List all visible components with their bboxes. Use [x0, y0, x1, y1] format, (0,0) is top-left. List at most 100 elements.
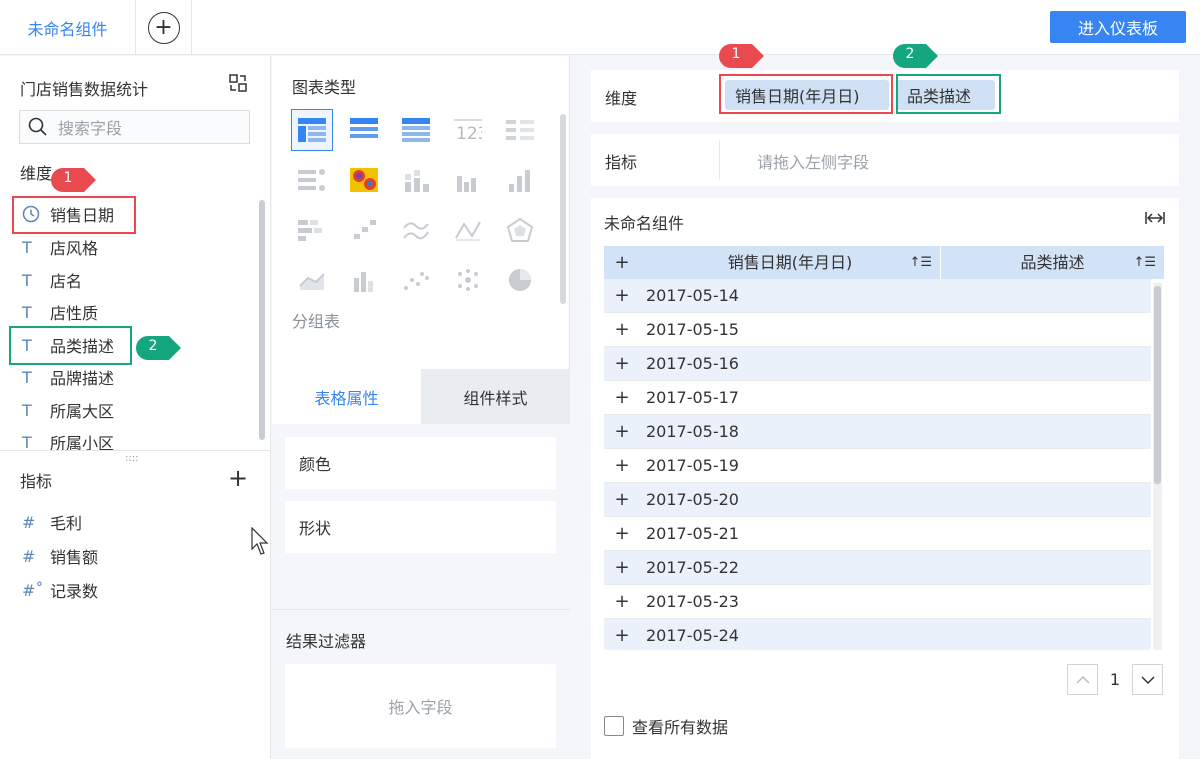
color-property[interactable]: 颜色 — [285, 437, 556, 489]
kpi-number-chart-icon[interactable]: 123 — [447, 109, 489, 151]
widget-title: 未命名组件 — [604, 214, 685, 233]
sort-icon[interactable]: ↑☰ — [1133, 246, 1156, 279]
chevron-up-icon — [1075, 675, 1090, 684]
grouped-column-chart-icon[interactable] — [447, 159, 489, 201]
field-subregion[interactable]: T 所属小区 — [22, 428, 114, 456]
field-sales-amount[interactable]: # 销售额 — [22, 542, 98, 570]
enter-dashboard-button[interactable]: 进入仪表板 — [1050, 11, 1186, 43]
view-all-checkbox[interactable] — [604, 716, 624, 736]
scatter-chart-icon[interactable] — [395, 259, 437, 301]
expand-width-icon[interactable] — [1144, 210, 1166, 230]
add-indicator-button[interactable]: + — [228, 464, 248, 492]
column-chart-icon[interactable] — [499, 159, 541, 201]
cross-table-chart-icon[interactable] — [395, 109, 437, 151]
dimension-drop-row[interactable]: 维度 销售日期(年月日) 品类描述 — [591, 70, 1179, 122]
text-type-icon: T — [22, 432, 32, 452]
detail-table-chart-icon[interactable] — [343, 109, 385, 151]
field-name: 销售额 — [50, 548, 99, 567]
shape-property[interactable]: 形状 — [285, 501, 556, 553]
color-property-label: 颜色 — [299, 455, 332, 474]
badge-number: 1 — [731, 46, 741, 62]
expand-row-icon[interactable]: + — [604, 421, 640, 442]
filter-drop-zone[interactable]: 拖入字段 — [285, 664, 556, 748]
heatmap-chart-icon[interactable] — [343, 159, 385, 201]
view-all-label: 查看所有数据 — [632, 718, 729, 737]
field-list-scrollbar[interactable] — [259, 200, 265, 440]
expand-row-icon[interactable]: + — [604, 455, 640, 476]
field-record-count[interactable]: #˚ 记录数 — [22, 576, 98, 604]
field-store-style[interactable]: T 店风格 — [22, 233, 98, 261]
point-map-chart-icon[interactable] — [447, 259, 489, 301]
group-table-chart-icon[interactable] — [291, 109, 333, 151]
field-name: 店风格 — [50, 239, 99, 258]
search-field[interactable]: 搜索字段 — [19, 110, 250, 144]
range-bar-chart-icon[interactable] — [343, 209, 385, 251]
expand-row-icon[interactable]: + — [604, 489, 640, 510]
expand-row-icon[interactable]: + — [604, 557, 640, 578]
row-date: 2017-05-23 — [646, 592, 739, 611]
expand-all-icon[interactable]: + — [604, 252, 640, 273]
stacked-bar-chart-icon[interactable] — [291, 209, 333, 251]
bubble-list-chart-icon[interactable] — [291, 159, 333, 201]
expand-row-icon[interactable]: + — [604, 387, 640, 408]
switch-dataset-icon[interactable] — [228, 73, 248, 93]
area-chart-icon[interactable] — [291, 259, 333, 301]
previous-page-button[interactable] — [1067, 664, 1098, 695]
multi-kpi-chart-icon[interactable] — [499, 109, 541, 151]
row-date: 2017-05-19 — [646, 456, 739, 475]
line-chart-icon[interactable] — [395, 209, 437, 251]
field-store-name[interactable]: T 店名 — [22, 266, 82, 294]
expand-row-icon[interactable]: + — [604, 353, 640, 374]
combo-chart-icon[interactable] — [343, 259, 385, 301]
table-row: +2017-05-23 — [604, 585, 1151, 619]
sort-icon[interactable]: ↑☰ — [909, 246, 932, 279]
row-date: 2017-05-24 — [646, 626, 739, 645]
badge-number: 1 — [63, 170, 73, 186]
field-store-nature[interactable]: T 店性质 — [22, 298, 98, 326]
row-date: 2017-05-17 — [646, 388, 739, 407]
row-date: 2017-05-14 — [646, 286, 739, 305]
pie-chart-icon[interactable] — [499, 259, 541, 301]
result-filter-title: 结果过滤器 — [286, 632, 367, 651]
number-type-icon: # — [22, 546, 36, 566]
chart-type-scrollbar[interactable] — [560, 114, 566, 304]
table-row: +2017-05-17 — [604, 381, 1151, 415]
tab-table-properties[interactable]: 表格属性 — [272, 369, 421, 424]
resize-grip[interactable]: :::: — [125, 453, 138, 464]
expand-row-icon[interactable]: + — [604, 523, 640, 544]
stacked-column-chart-icon[interactable] — [395, 159, 437, 201]
field-region[interactable]: T 所属大区 — [22, 396, 114, 424]
tab-unnamed-component[interactable]: 未命名组件 — [0, 0, 136, 55]
badge-number: 2 — [905, 46, 915, 62]
view-all-data-option[interactable]: 查看所有数据 — [604, 714, 728, 738]
dimension-row-label: 维度 — [605, 89, 638, 108]
highlight-box-green — [9, 326, 132, 365]
expand-row-icon[interactable]: + — [604, 285, 640, 306]
table-row: +2017-05-22 — [604, 551, 1151, 585]
row-separator — [719, 140, 720, 180]
expand-row-icon[interactable]: + — [604, 625, 640, 646]
field-gross-profit[interactable]: # 毛利 — [22, 508, 82, 536]
number-type-icon: # — [22, 512, 36, 532]
chart-type-name: 分组表 — [292, 312, 341, 331]
number-type-icon: #˚ — [22, 580, 44, 600]
radar-chart-icon[interactable] — [499, 209, 541, 251]
add-tab-button[interactable]: + — [136, 0, 192, 55]
tab-component-style[interactable]: 组件样式 — [421, 369, 570, 424]
table-scrollbar-thumb[interactable] — [1154, 286, 1161, 484]
next-page-button[interactable] — [1132, 664, 1163, 695]
table-row: +2017-05-24 — [604, 619, 1151, 650]
highlight-box-red — [12, 196, 136, 234]
column-header-category[interactable]: 品类描述 ↑☰ — [941, 246, 1164, 279]
column-header-sales-date[interactable]: 销售日期(年月日) ↑☰ — [640, 246, 941, 279]
indicator-section-label: 指标 — [20, 472, 53, 491]
expand-row-icon[interactable]: + — [604, 319, 640, 340]
chevron-down-icon — [1140, 675, 1155, 684]
polyline-chart-icon[interactable] — [447, 209, 489, 251]
dimension-section-label: 维度 — [20, 164, 53, 183]
text-type-icon: T — [22, 400, 32, 420]
field-brand[interactable]: T 品牌描述 — [22, 363, 114, 391]
indicator-drop-row[interactable]: 指标 请拖入左侧字段 — [591, 134, 1179, 186]
table-body: +2017-05-14 +2017-05-15 +2017-05-16 +201… — [604, 279, 1151, 650]
expand-row-icon[interactable]: + — [604, 591, 640, 612]
